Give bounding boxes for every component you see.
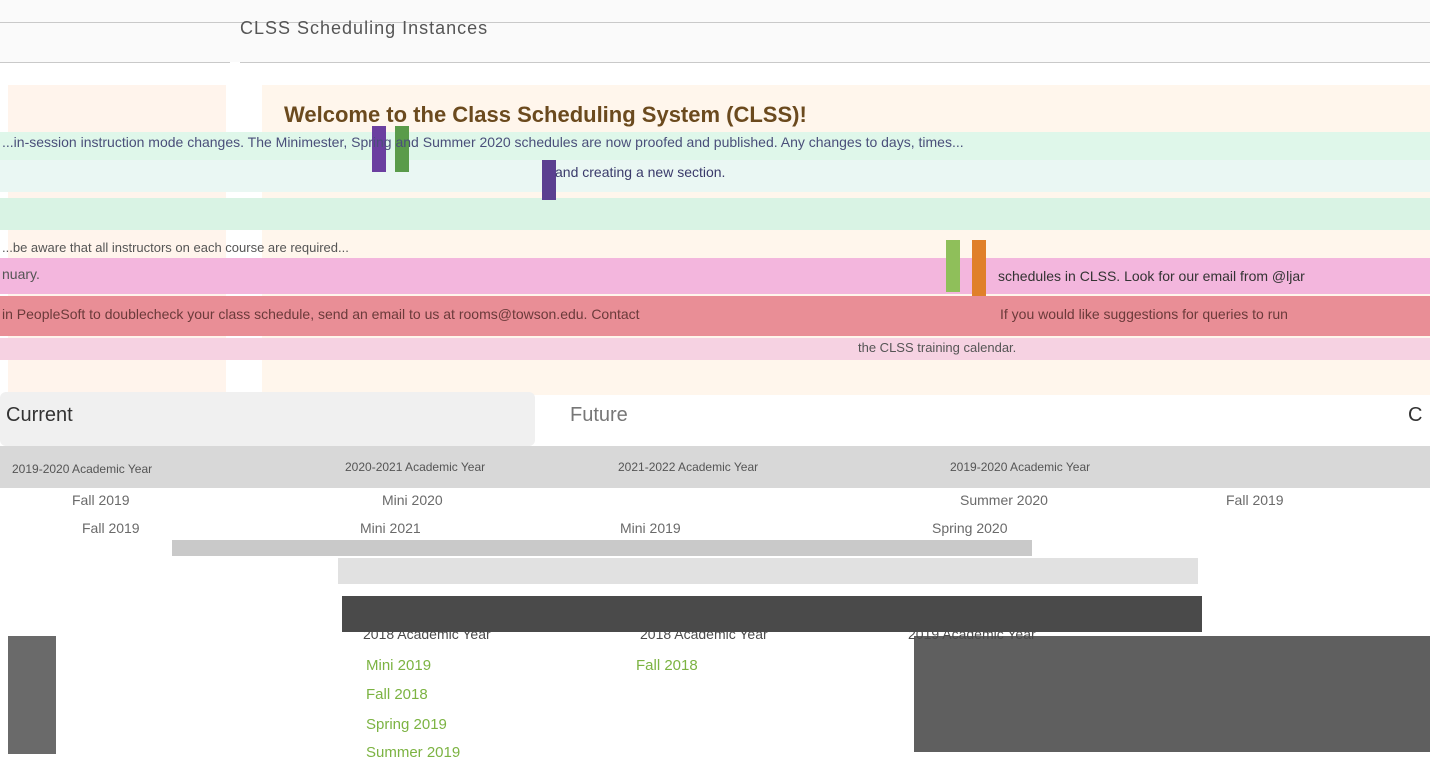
- divider: [0, 22, 1430, 23]
- term-link[interactable]: Summer 2019: [366, 744, 460, 761]
- notice-text: and creating a new section.: [555, 164, 726, 180]
- notice-band: [0, 198, 1430, 230]
- academic-year-label: 2019 Academic Year: [908, 626, 1036, 642]
- divider: [172, 540, 1032, 556]
- academic-year-label: 2019-2020 Academic Year: [12, 462, 153, 476]
- decor-stripe: [542, 160, 556, 200]
- term-link[interactable]: Spring 2019: [366, 716, 447, 733]
- term-link[interactable]: Mini 2019: [620, 520, 681, 536]
- notice-text: ...in-session instruction mode changes. …: [2, 134, 964, 150]
- current-card: [0, 392, 535, 446]
- term-link[interactable]: Summer 2020: [960, 492, 1048, 508]
- header-bar: [0, 0, 1430, 62]
- term-link[interactable]: Fall 2018: [636, 657, 698, 674]
- term-link[interactable]: Mini 2020: [382, 492, 443, 508]
- term-link[interactable]: Fall 2018: [366, 686, 428, 703]
- site-title: CLSS Scheduling Instances: [240, 18, 489, 38]
- page-title: Welcome to the Class Scheduling System (…: [284, 102, 807, 127]
- term-link[interactable]: Spring 2020: [932, 520, 1008, 536]
- term-link[interactable]: Mini 2021: [360, 520, 421, 536]
- notice-text: ...be aware that all instructors on each…: [2, 240, 349, 255]
- other-card: [914, 636, 1430, 752]
- divider: [240, 62, 1430, 63]
- academic-year-label: 2021-2022 Academic Year: [618, 460, 759, 474]
- current-heading: Current: [6, 404, 73, 426]
- academic-year-label: 2018 Academic Year: [640, 626, 768, 642]
- notice-band: [0, 338, 1430, 360]
- academic-year-label: 2018 Academic Year: [363, 626, 491, 642]
- term-link[interactable]: Fall 2019: [82, 520, 140, 536]
- notice-link[interactable]: schedules in CLSS. Look for our email fr…: [998, 268, 1305, 284]
- notice-text: in PeopleSoft to doublecheck your class …: [2, 306, 640, 322]
- academic-year-label: 2019-2020 Academic Year: [950, 460, 1091, 474]
- future-heading: Future: [570, 404, 628, 426]
- term-link[interactable]: Fall 2019: [72, 492, 130, 508]
- term-link[interactable]: Mini 2019: [366, 657, 431, 674]
- past-card: [8, 636, 56, 754]
- notice-text: nuary.: [2, 266, 40, 282]
- divider: [0, 62, 230, 63]
- term-link[interactable]: Fall 2019: [1226, 492, 1284, 508]
- divider: [338, 558, 1198, 584]
- academic-year-label: 2020-2021 Academic Year: [345, 460, 486, 474]
- notice-text: If you would like suggestions for querie…: [1000, 306, 1288, 322]
- other-heading: C: [1408, 404, 1423, 426]
- training-calendar-link[interactable]: the CLSS training calendar.: [858, 340, 1016, 355]
